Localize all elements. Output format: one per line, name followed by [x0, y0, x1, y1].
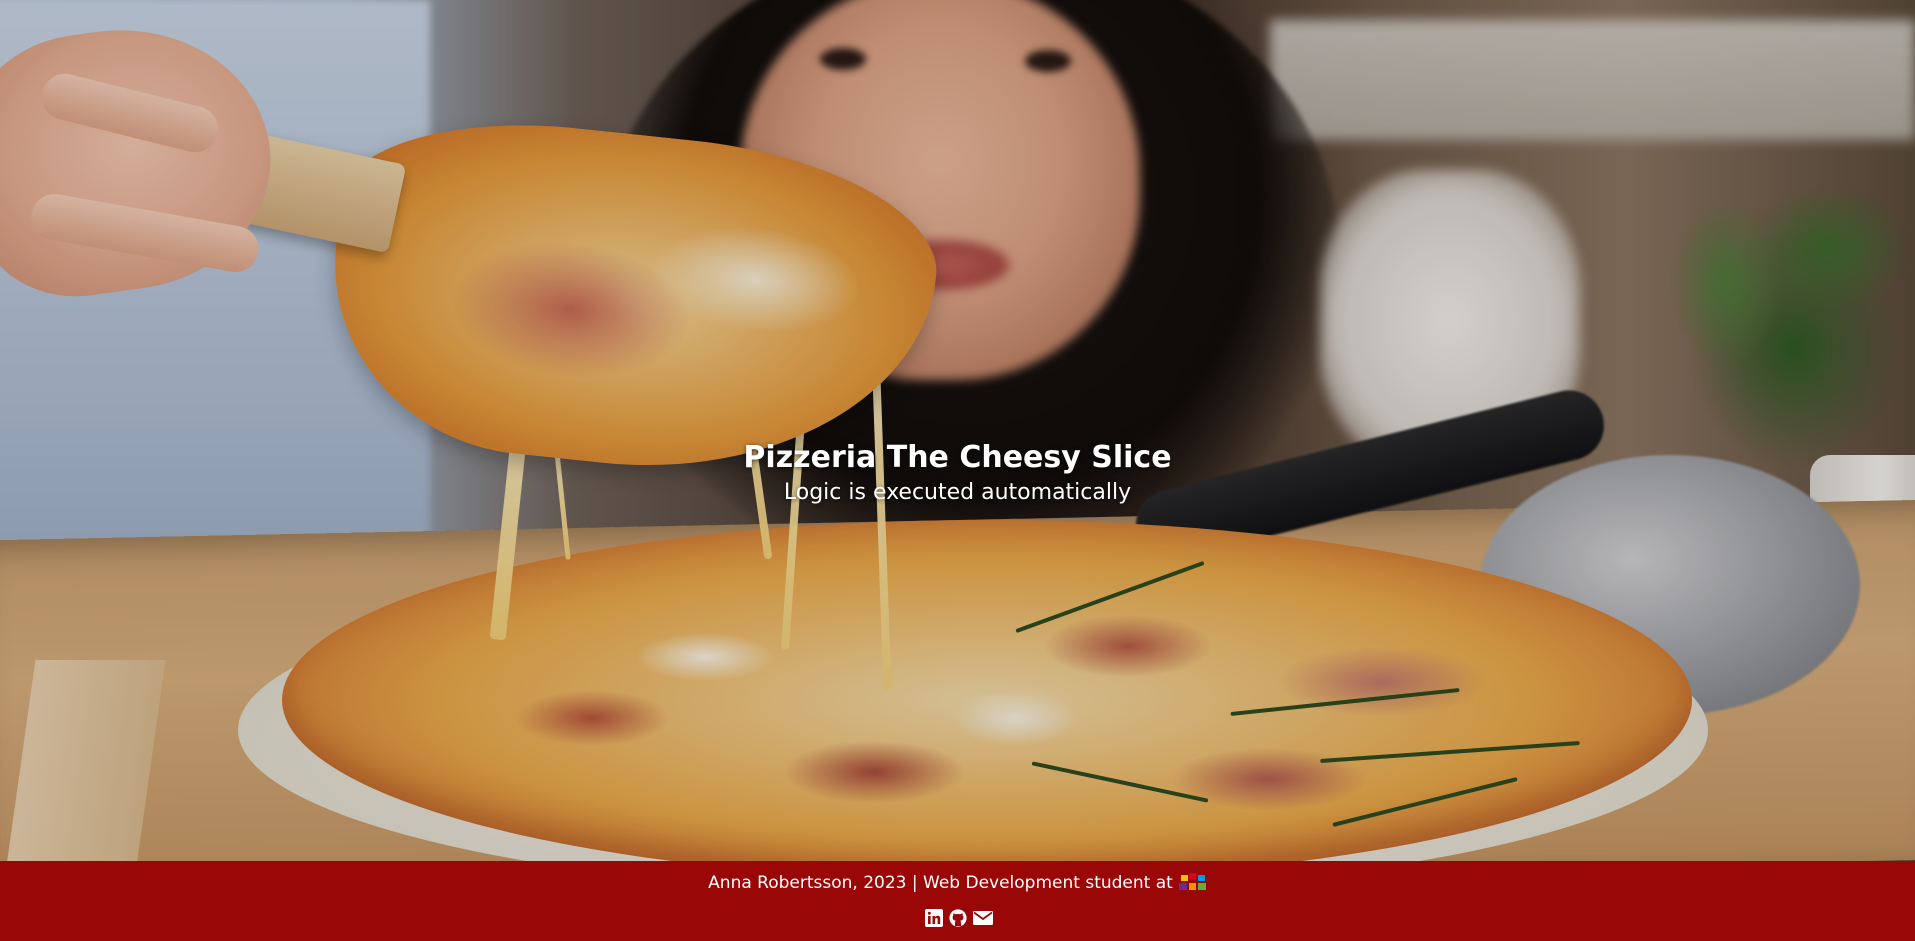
site-title: Pizzeria The Cheesy Slice	[743, 440, 1172, 475]
github-icon[interactable]	[948, 909, 967, 927]
hero-pizza-image	[0, 0, 1915, 861]
hero-overlay	[0, 0, 1915, 861]
email-icon[interactable]	[972, 909, 993, 927]
linkedin-icon[interactable]	[924, 909, 943, 927]
school-logo-icon[interactable]	[1178, 873, 1207, 893]
hero-title-block: Pizzeria The Cheesy Slice Logic is execu…	[0, 438, 1915, 508]
social-links	[0, 909, 1915, 927]
page: Pizzeria The Cheesy Slice Logic is execu…	[0, 0, 1915, 941]
footer-credit: Anna Robertsson, 2023 | Web Development …	[708, 873, 1173, 893]
footer: Anna Robertsson, 2023 | Web Development …	[0, 861, 1915, 941]
footer-credit-line: Anna Robertsson, 2023 | Web Development …	[0, 871, 1915, 895]
site-subtitle: Logic is executed automatically	[783, 480, 1132, 505]
